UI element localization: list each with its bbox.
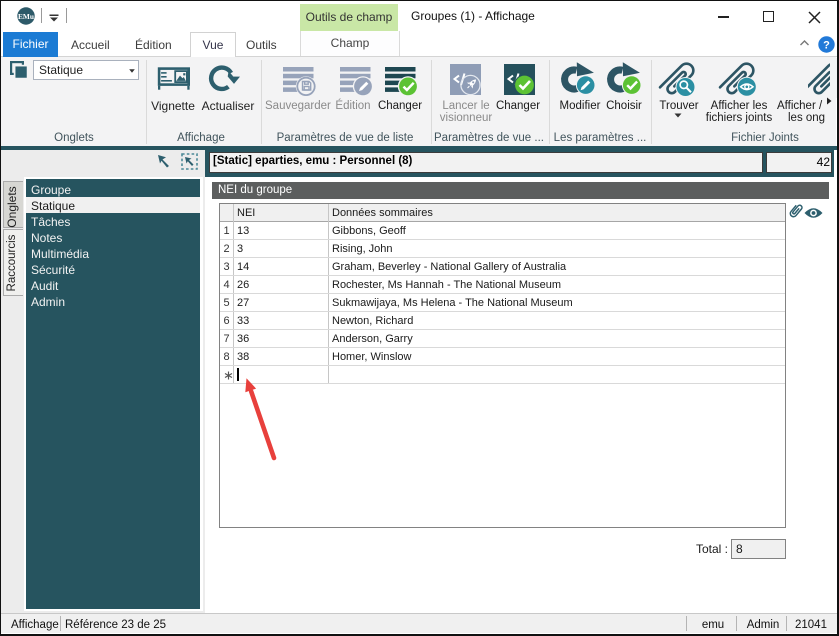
svg-text:?: ? xyxy=(823,40,830,52)
svg-text:EMu: EMu xyxy=(18,12,34,21)
